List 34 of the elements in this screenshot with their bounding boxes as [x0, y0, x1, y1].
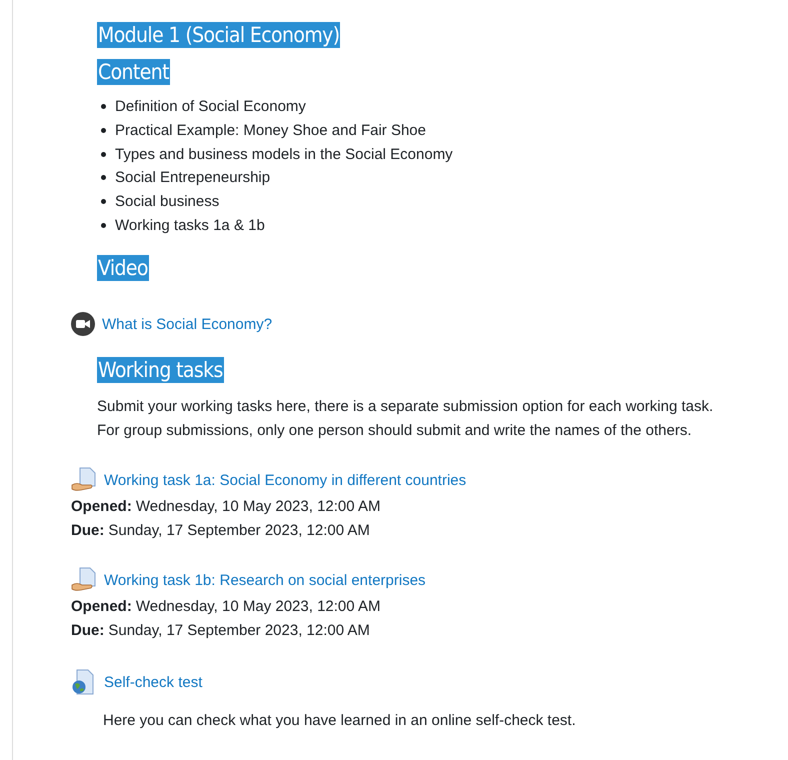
- video-camera-icon: [71, 312, 95, 336]
- activity-link[interactable]: Working task 1a: Social Economy in different countries: [104, 472, 466, 489]
- section-title: Module 1 (Social Economy): [97, 22, 340, 48]
- activity-description: Here you can check what you have learned in an online self-check test.: [103, 712, 576, 730]
- document-in-hand-icon: [71, 467, 97, 494]
- list-item: Definition of Social Economy: [115, 98, 306, 116]
- activity-link[interactable]: Self-check test: [104, 674, 202, 691]
- list-item: Social business: [115, 193, 220, 210]
- bullet-icon: [101, 152, 106, 157]
- list-item: Working tasks 1a & 1b: [115, 216, 265, 234]
- section-heading: Content: [97, 59, 170, 85]
- description-text: For group submissions, only one person should submit and write the names of the others.: [97, 422, 692, 440]
- date-value: Wednesday, 10 May 2023, 12:00 AM: [136, 498, 380, 516]
- date-label: Opened:: [71, 598, 132, 616]
- section-heading: Video: [97, 255, 149, 282]
- bullet-icon: [101, 175, 106, 180]
- date-label: Due:: [71, 522, 104, 540]
- bullet-icon: [101, 128, 106, 134]
- date-value: Sunday, 17 September 2023, 12:00 AM: [108, 622, 370, 640]
- bullet-icon: [101, 104, 106, 110]
- date-label: Due:: [71, 622, 104, 640]
- document-in-hand-icon: [71, 567, 97, 594]
- section-heading: Working tasks: [97, 357, 224, 384]
- list-item: Practical Example: Money Shoe and Fair Shoe: [115, 122, 426, 140]
- description-text: Submit your working tasks here, there is a separate submission option for each working task.: [97, 398, 714, 416]
- list-item: Social Entrepeneurship: [115, 169, 270, 186]
- date-label: Opened:: [71, 498, 132, 516]
- date-value: Wednesday, 10 May 2023, 12:00 AM: [136, 598, 380, 616]
- list-item: Types and business models in the Social Economy: [115, 146, 453, 163]
- bullet-icon: [101, 199, 106, 204]
- bullet-icon: [101, 222, 106, 228]
- date-value: Sunday, 17 September 2023, 12:00 AM: [108, 522, 370, 540]
- activity-link[interactable]: What is Social Economy?: [102, 316, 272, 333]
- activity-link[interactable]: Working task 1b: Research on social enterprises: [104, 572, 426, 589]
